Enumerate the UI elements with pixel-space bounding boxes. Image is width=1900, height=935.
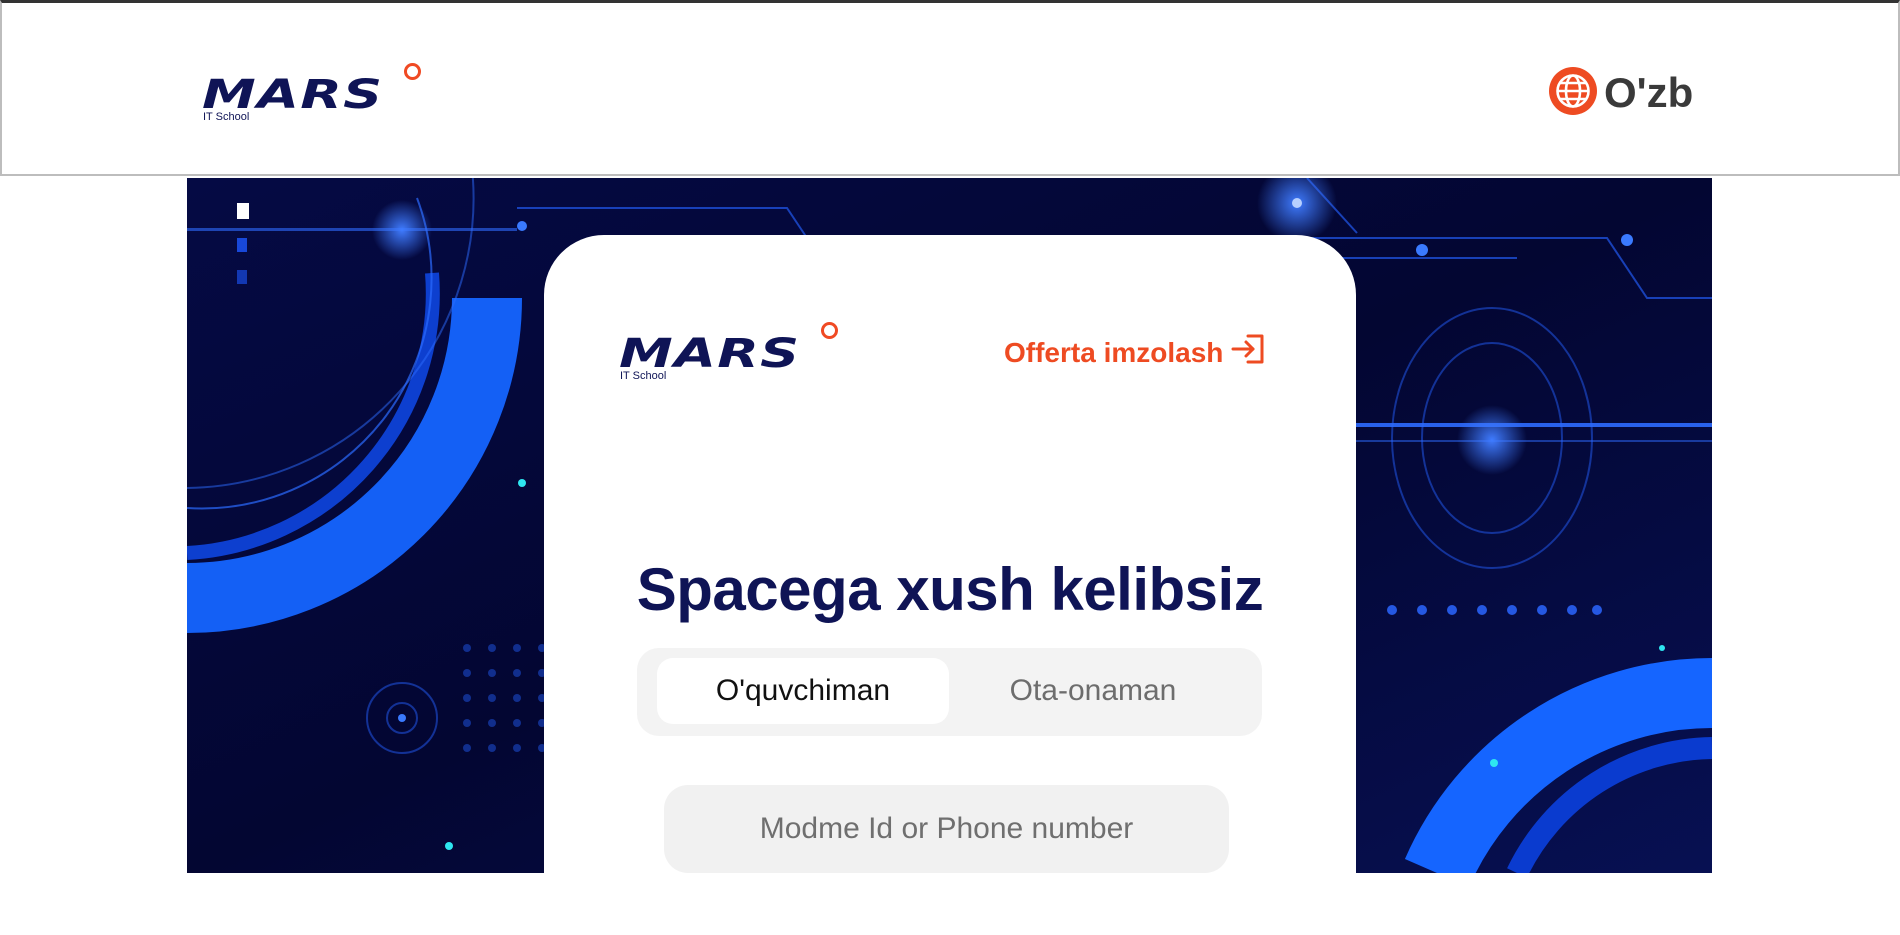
language-label: O'zb [1604,69,1694,116]
mars-logo[interactable]: MARS IT School [202,63,424,125]
role-tabs: O'quvchiman Ota-onaman [637,648,1262,736]
tab-parent[interactable]: Ota-onaman [947,658,1239,724]
login-id-input[interactable] [664,785,1229,873]
logo-wordmark: MARS [619,331,801,377]
tab-student[interactable]: O'quvchiman [657,658,949,724]
top-header: MARS IT School O'zb [0,0,1900,176]
offerta-sign-link[interactable]: Offerta imzolash [1004,333,1266,372]
globe-icon [1548,66,1598,121]
sign-in-icon [1230,333,1266,372]
logo-wordmark: MARS [202,72,384,118]
language-selector[interactable]: O'zb [1548,65,1693,121]
logo-subtitle: IT School [620,370,667,382]
login-card: MARS IT School Offerta imzolash Spacega … [544,235,1356,935]
offerta-label: Offerta imzolash [1004,336,1224,368]
card-mars-logo[interactable]: MARS IT School [619,322,841,384]
logo-subtitle: IT School [203,111,250,123]
welcome-title: Spacega xush kelibsiz [636,556,1264,623]
logo-ring-icon [821,322,838,339]
logo-ring-icon [404,63,421,80]
